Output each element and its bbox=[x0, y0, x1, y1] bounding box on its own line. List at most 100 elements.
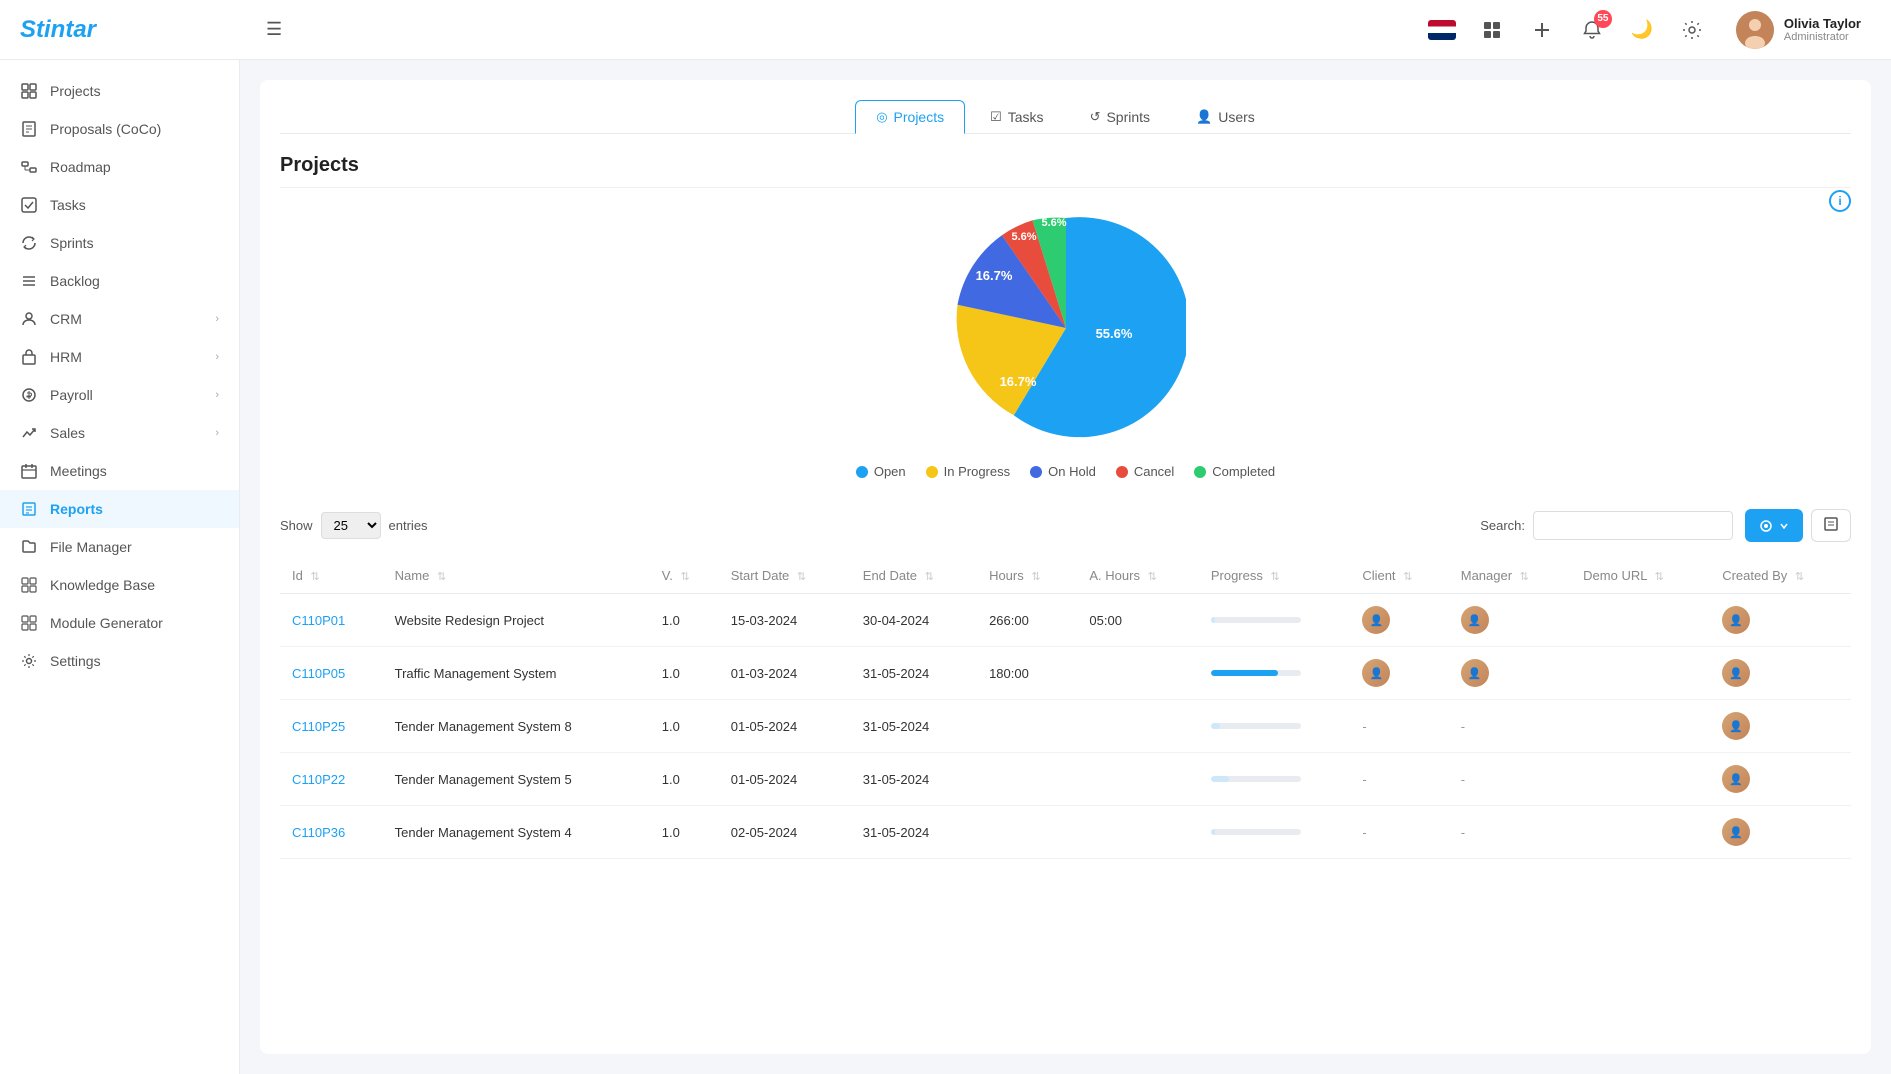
tab-sprints-label: Sprints bbox=[1106, 109, 1150, 125]
project-version: 1.0 bbox=[650, 647, 719, 700]
col-end-date[interactable]: End Date ⇅ bbox=[851, 558, 977, 594]
export-button[interactable] bbox=[1811, 509, 1851, 542]
sprints-icon bbox=[20, 234, 38, 252]
sidebar-item-file-manager[interactable]: File Manager bbox=[0, 528, 239, 566]
sidebar-item-sprints[interactable]: Sprints bbox=[0, 224, 239, 262]
theme-toggle-icon[interactable]: 🌙 bbox=[1626, 14, 1658, 46]
sidebar-item-backlog[interactable]: Backlog bbox=[0, 262, 239, 300]
project-name: Traffic Management System bbox=[383, 647, 650, 700]
sidebar-item-module-generator[interactable]: Module Generator bbox=[0, 604, 239, 642]
project-manager: - bbox=[1449, 806, 1571, 859]
main-content: i ◎ Projects ☑ Tasks ↺ Sprints 👤 Users bbox=[240, 60, 1891, 1074]
project-version: 1.0 bbox=[650, 806, 719, 859]
project-id[interactable]: C110P22 bbox=[292, 772, 345, 787]
page-title: Projects bbox=[280, 154, 1851, 188]
user-profile[interactable]: Olivia Taylor Administrator bbox=[1726, 7, 1871, 53]
notification-icon[interactable]: 55 bbox=[1576, 14, 1608, 46]
project-id[interactable]: C110P36 bbox=[292, 825, 345, 840]
project-start-date: 15-03-2024 bbox=[719, 594, 851, 647]
hamburger-button[interactable]: ☰ bbox=[266, 19, 282, 40]
sidebar-item-knowledge-base[interactable]: Knowledge Base bbox=[0, 566, 239, 604]
col-name[interactable]: Name ⇅ bbox=[383, 558, 650, 594]
sidebar-item-settings[interactable]: Settings bbox=[0, 642, 239, 680]
sidebar-item-label: Sales bbox=[50, 425, 203, 441]
col-demo-url[interactable]: Demo URL ⇅ bbox=[1571, 558, 1710, 594]
col-created-by[interactable]: Created By ⇅ bbox=[1710, 558, 1851, 594]
project-demo-url bbox=[1571, 700, 1710, 753]
project-created-by: 👤 bbox=[1710, 806, 1851, 859]
crm-icon bbox=[20, 310, 38, 328]
project-id[interactable]: C110P25 bbox=[292, 719, 345, 734]
project-demo-url bbox=[1571, 753, 1710, 806]
tab-users[interactable]: 👤 Users bbox=[1175, 100, 1276, 134]
tab-projects[interactable]: ◎ Projects bbox=[855, 100, 965, 134]
project-hours: 266:00 bbox=[977, 594, 1077, 647]
project-created-by: 👤 bbox=[1710, 647, 1851, 700]
grid-icon[interactable] bbox=[1476, 14, 1508, 46]
project-end-date: 31-05-2024 bbox=[851, 647, 977, 700]
col-manager[interactable]: Manager ⇅ bbox=[1449, 558, 1571, 594]
project-id[interactable]: C110P01 bbox=[292, 613, 345, 628]
entries-select[interactable]: 25 50 100 bbox=[321, 512, 381, 539]
tabs: ◎ Projects ☑ Tasks ↺ Sprints 👤 Users bbox=[280, 100, 1851, 134]
project-created-by: 👤 bbox=[1710, 700, 1851, 753]
avatar bbox=[1736, 11, 1774, 49]
logo-area: Stintar bbox=[20, 16, 240, 44]
col-progress[interactable]: Progress ⇅ bbox=[1199, 558, 1350, 594]
project-manager: - bbox=[1449, 753, 1571, 806]
tab-users-label: Users bbox=[1218, 109, 1255, 125]
sidebar-item-label: Backlog bbox=[50, 273, 219, 289]
sidebar-item-payroll[interactable]: Payroll › bbox=[0, 376, 239, 414]
sidebar-item-label: HRM bbox=[50, 349, 203, 365]
tab-users-icon: 👤 bbox=[1196, 109, 1212, 125]
project-end-date: 31-05-2024 bbox=[851, 753, 977, 806]
col-start-date[interactable]: Start Date ⇅ bbox=[719, 558, 851, 594]
col-version[interactable]: V. ⇅ bbox=[650, 558, 719, 594]
search-input[interactable] bbox=[1533, 511, 1733, 540]
col-client[interactable]: Client ⇅ bbox=[1350, 558, 1448, 594]
project-progress bbox=[1199, 594, 1350, 647]
sidebar-item-reports[interactable]: Reports bbox=[0, 490, 239, 528]
sidebar-item-proposals[interactable]: Proposals (CoCo) bbox=[0, 110, 239, 148]
sidebar-item-tasks[interactable]: Tasks bbox=[0, 186, 239, 224]
legend-completed-dot bbox=[1194, 466, 1206, 478]
col-id[interactable]: Id ⇅ bbox=[280, 558, 383, 594]
settings-icon[interactable] bbox=[1676, 14, 1708, 46]
project-manager: 👤 bbox=[1449, 594, 1571, 647]
project-client: - bbox=[1350, 753, 1448, 806]
chart-container: 55.6% 16.7% 16.7% 5.6% 5.6% Open bbox=[280, 208, 1851, 479]
plus-icon[interactable] bbox=[1526, 14, 1558, 46]
tab-sprints[interactable]: ↺ Sprints bbox=[1069, 100, 1171, 134]
sales-arrow-icon: › bbox=[215, 427, 219, 439]
filter-button[interactable] bbox=[1745, 509, 1803, 542]
sidebar-item-meetings[interactable]: Meetings bbox=[0, 452, 239, 490]
sidebar-item-hrm[interactable]: HRM › bbox=[0, 338, 239, 376]
col-hours[interactable]: Hours ⇅ bbox=[977, 558, 1077, 594]
svg-text:55.6%: 55.6% bbox=[1095, 326, 1132, 341]
sidebar-item-label: Reports bbox=[50, 501, 219, 517]
legend-cancel: Cancel bbox=[1116, 464, 1174, 479]
project-start-date: 01-05-2024 bbox=[719, 700, 851, 753]
project-id[interactable]: C110P05 bbox=[292, 666, 345, 681]
sidebar-item-label: CRM bbox=[50, 311, 203, 327]
show-entries: Show 25 50 100 entries bbox=[280, 512, 428, 539]
sidebar-item-sales[interactable]: Sales › bbox=[0, 414, 239, 452]
sidebar-item-crm[interactable]: CRM › bbox=[0, 300, 239, 338]
project-client: 👤 bbox=[1350, 594, 1448, 647]
project-start-date: 01-03-2024 bbox=[719, 647, 851, 700]
flag-icon[interactable] bbox=[1426, 14, 1458, 46]
project-a-hours bbox=[1077, 806, 1198, 859]
project-client: - bbox=[1350, 700, 1448, 753]
sidebar-item-projects[interactable]: Projects bbox=[0, 72, 239, 110]
tab-projects-label: Projects bbox=[894, 109, 945, 125]
sidebar-item-roadmap[interactable]: Roadmap bbox=[0, 148, 239, 186]
table-row: C110P36 Tender Management System 4 1.0 0… bbox=[280, 806, 1851, 859]
roadmap-icon bbox=[20, 158, 38, 176]
col-a-hours[interactable]: A. Hours ⇅ bbox=[1077, 558, 1198, 594]
tab-tasks[interactable]: ☑ Tasks bbox=[969, 100, 1064, 134]
info-icon[interactable]: i bbox=[1829, 190, 1851, 212]
sales-icon bbox=[20, 424, 38, 442]
tab-tasks-label: Tasks bbox=[1008, 109, 1044, 125]
module-generator-icon bbox=[20, 614, 38, 632]
layout: Projects Proposals (CoCo) Roadmap Tasks bbox=[0, 60, 1891, 1074]
